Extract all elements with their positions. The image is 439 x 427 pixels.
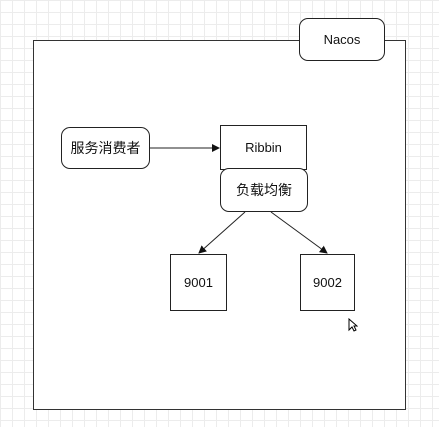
server-9001-node[interactable]: 9001	[170, 254, 227, 311]
consumer-label: 服务消费者	[70, 140, 141, 156]
ribbin-label: Ribbin	[245, 140, 282, 155]
consumer-node[interactable]: 服务消费者	[61, 127, 150, 169]
nacos-node[interactable]: Nacos	[299, 18, 385, 61]
server-9002-node[interactable]: 9002	[300, 254, 355, 311]
load-balance-label: 负载均衡	[236, 182, 292, 198]
server-9002-label: 9002	[313, 275, 342, 290]
nacos-label: Nacos	[323, 32, 361, 47]
ribbin-node[interactable]: Ribbin	[220, 125, 307, 170]
mouse-cursor-icon	[348, 318, 358, 332]
load-balance-node[interactable]: 负载均衡	[220, 168, 308, 212]
diagram-canvas: Nacos 服务消费者 Ribbin 负载均衡 9001 9002	[0, 0, 439, 427]
server-9001-label: 9001	[184, 275, 213, 290]
nacos-container[interactable]	[33, 40, 406, 410]
